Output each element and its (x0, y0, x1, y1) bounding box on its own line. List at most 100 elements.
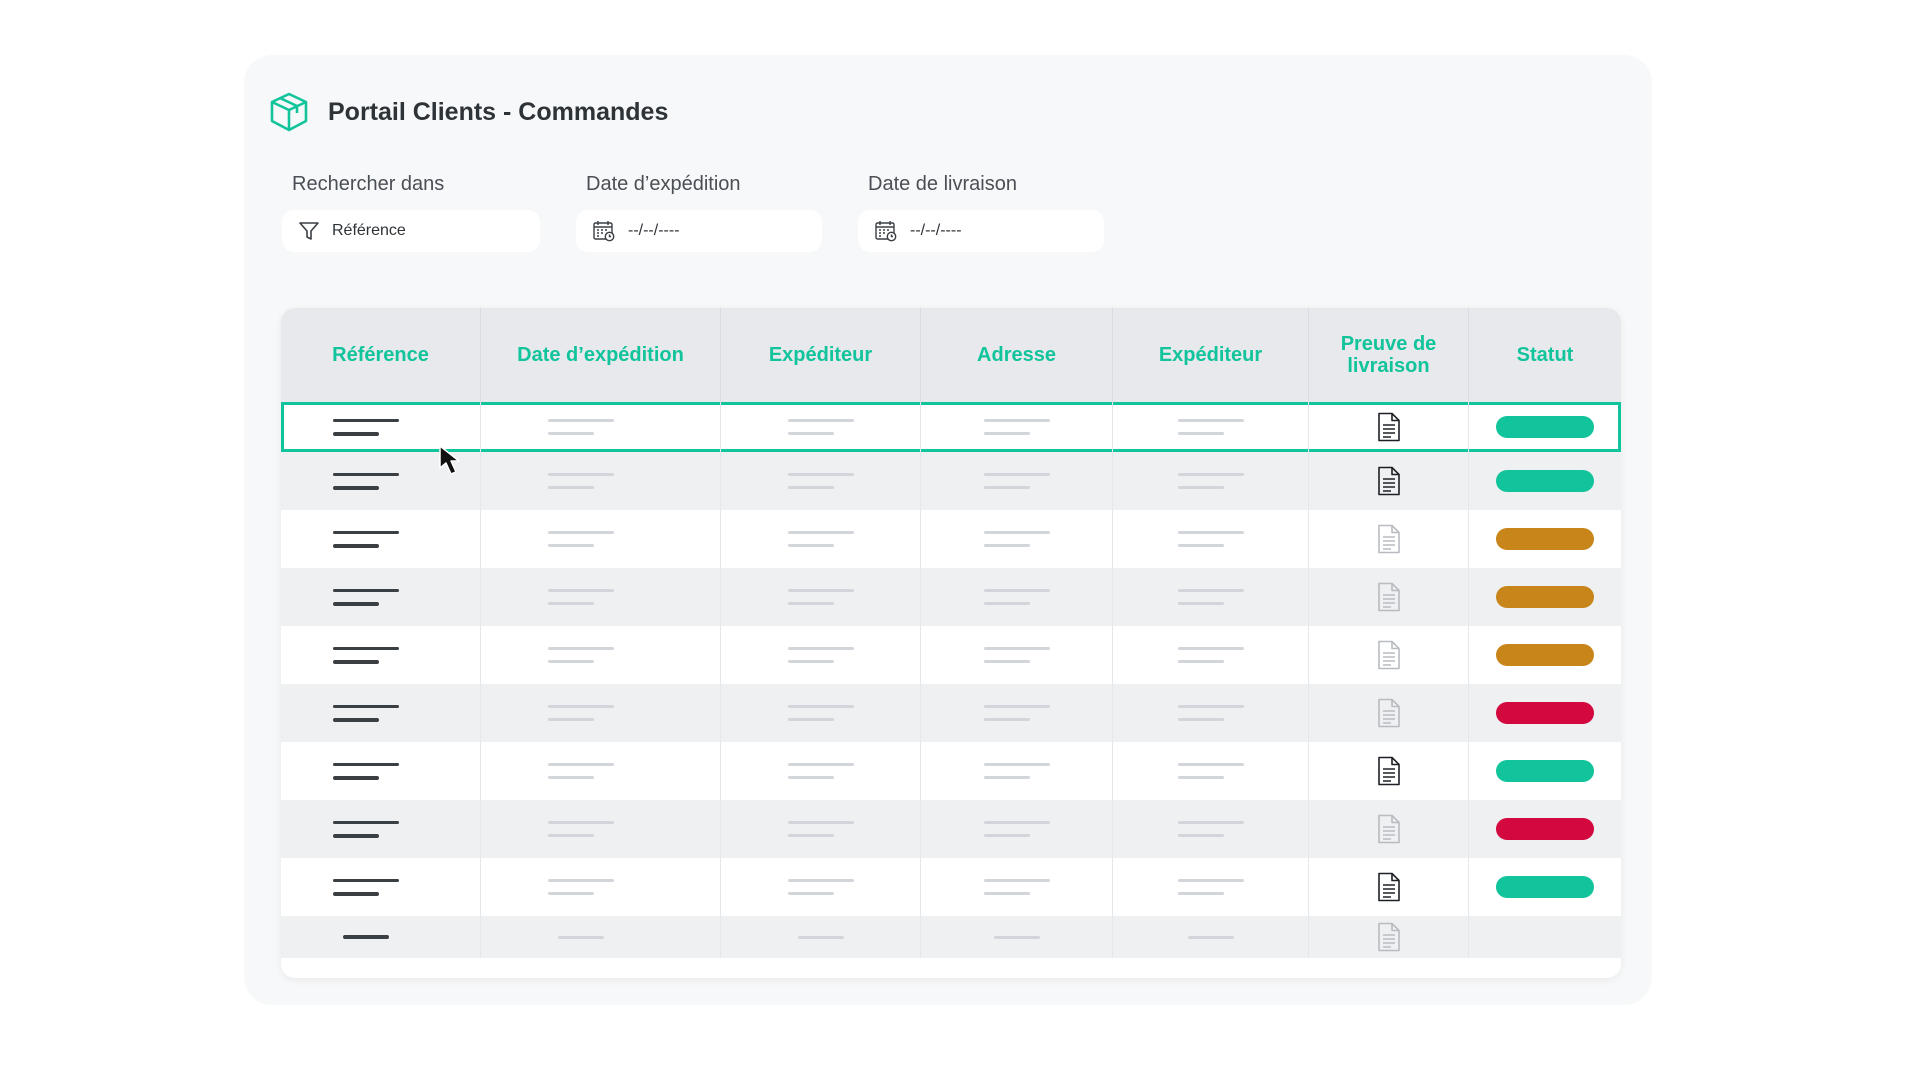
placeholder-cell (281, 684, 481, 742)
table-row[interactable] (281, 858, 1621, 916)
placeholder-text-lines (547, 531, 614, 547)
status-cell (1469, 916, 1621, 958)
column-header-address[interactable]: Adresse (921, 308, 1113, 402)
status-cell (1469, 858, 1621, 916)
package-box-icon (270, 92, 308, 132)
column-header-status[interactable]: Statut (1469, 308, 1621, 402)
document-icon[interactable] (1377, 466, 1401, 496)
placeholder-text-lines (1177, 821, 1244, 837)
table-row[interactable] (281, 742, 1621, 800)
placeholder-cell (481, 916, 721, 958)
placeholder-text-lines (547, 473, 614, 489)
filter-icon (299, 222, 319, 240)
placeholder-cell (921, 626, 1113, 684)
placeholder-cell (721, 626, 921, 684)
placeholder-text-lines (983, 705, 1050, 721)
column-header-sender[interactable]: Expéditeur (721, 308, 921, 402)
ship-date-filter: Date d’expédition --/--/---- (576, 173, 822, 252)
delivery-date-filter: Date de livraison --/--/---- (858, 173, 1104, 252)
status-cell (1469, 626, 1621, 684)
document-icon[interactable] (1377, 872, 1401, 902)
column-header-sender-2[interactable]: Expéditeur (1113, 308, 1309, 402)
placeholder-text-lines (332, 878, 399, 896)
document-icon[interactable] (1377, 412, 1401, 442)
placeholder-cell (481, 402, 721, 452)
placeholder-cell (481, 568, 721, 626)
placeholder-text-lines (983, 763, 1050, 779)
status-cell (1469, 568, 1621, 626)
table-row[interactable] (281, 452, 1621, 510)
ship-date-input[interactable]: --/--/---- (576, 210, 822, 252)
placeholder-text-lines (547, 821, 614, 837)
status-badge (1496, 416, 1594, 438)
placeholder-cell (281, 626, 481, 684)
column-header-ship-date[interactable]: Date d’expédition (481, 308, 721, 402)
document-icon[interactable] (1377, 756, 1401, 786)
table-row[interactable] (281, 568, 1621, 626)
placeholder-cell (1113, 402, 1309, 452)
placeholder-text-lines (787, 589, 854, 605)
table-row[interactable] (281, 916, 1621, 958)
placeholder-cell (721, 402, 921, 452)
placeholder-text-lines (1177, 531, 1244, 547)
status-cell (1469, 800, 1621, 858)
proof-cell (1309, 452, 1469, 510)
placeholder-cell (481, 510, 721, 568)
placeholder-text-lines (332, 820, 399, 838)
placeholder-text-lines (993, 935, 1040, 939)
placeholder-cell (1113, 452, 1309, 510)
table-row[interactable] (281, 402, 1621, 452)
document-disabled-icon (1377, 582, 1401, 612)
placeholder-cell (281, 858, 481, 916)
placeholder-cell (481, 684, 721, 742)
placeholder-text-lines (983, 821, 1050, 837)
ship-date-value: --/--/---- (628, 222, 680, 239)
placeholder-text-lines (1177, 647, 1244, 663)
placeholder-cell (1113, 742, 1309, 800)
placeholder-text-lines (547, 647, 614, 663)
column-header-reference[interactable]: Référence (281, 308, 481, 402)
placeholder-cell (481, 452, 721, 510)
placeholder-cell (921, 858, 1113, 916)
proof-cell (1309, 402, 1469, 452)
placeholder-cell (921, 742, 1113, 800)
placeholder-cell (921, 402, 1113, 452)
placeholder-text-lines (1177, 879, 1244, 895)
proof-cell (1309, 858, 1469, 916)
table-row[interactable] (281, 626, 1621, 684)
placeholder-text-lines (1177, 705, 1244, 721)
page-title: Portail Clients - Commandes (328, 97, 669, 126)
placeholder-text-lines (983, 879, 1050, 895)
table-row[interactable] (281, 510, 1621, 568)
table-row[interactable] (281, 800, 1621, 858)
placeholder-text-lines (983, 647, 1050, 663)
placeholder-cell (921, 510, 1113, 568)
document-disabled-icon (1377, 922, 1401, 952)
status-badge (1496, 760, 1594, 782)
placeholder-cell (281, 742, 481, 800)
search-field-select[interactable]: Référence (282, 210, 540, 252)
placeholder-text-lines (787, 705, 854, 721)
column-header-proof[interactable]: Preuve de livraison (1309, 308, 1469, 402)
placeholder-text-lines (1187, 935, 1234, 939)
placeholder-text-lines (787, 419, 854, 435)
placeholder-text-lines (332, 588, 399, 606)
delivery-date-input[interactable]: --/--/---- (858, 210, 1104, 252)
proof-cell (1309, 568, 1469, 626)
placeholder-text-lines (332, 762, 399, 780)
document-disabled-icon (1377, 814, 1401, 844)
placeholder-cell (281, 568, 481, 626)
proof-cell (1309, 742, 1469, 800)
status-cell (1469, 510, 1621, 568)
calendar-icon (593, 221, 615, 242)
placeholder-cell (721, 916, 921, 958)
status-badge (1496, 644, 1594, 666)
placeholder-cell (1113, 568, 1309, 626)
table-row[interactable] (281, 684, 1621, 742)
placeholder-cell (281, 510, 481, 568)
proof-cell (1309, 684, 1469, 742)
status-badge (1496, 702, 1594, 724)
search-filter-label: Rechercher dans (292, 173, 445, 195)
search-filter: Rechercher dans Référence (282, 173, 540, 252)
status-cell (1469, 684, 1621, 742)
